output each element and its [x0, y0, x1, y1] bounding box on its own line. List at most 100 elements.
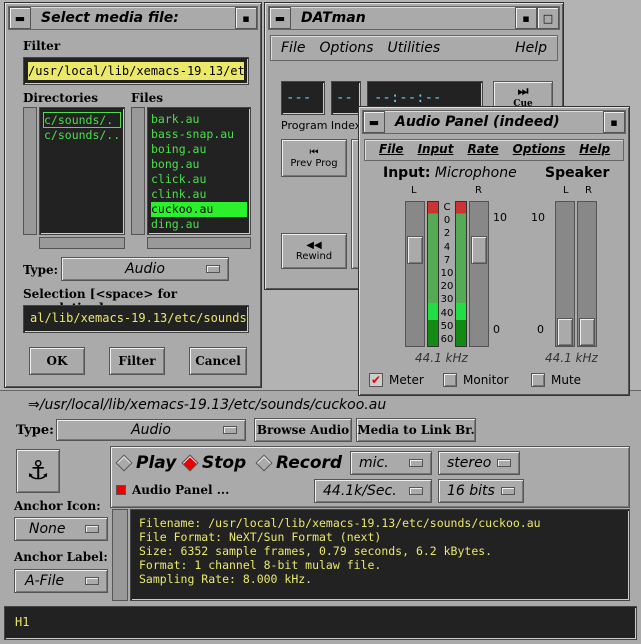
list-item[interactable]: ding.au: [151, 217, 247, 232]
checkmark-icon: ✔: [369, 373, 383, 387]
menu-utilities[interactable]: Utilities: [387, 40, 440, 56]
info-scrollbar[interactable]: [112, 509, 128, 601]
window-menu-icon[interactable]: ▬: [9, 7, 31, 29]
input-heading: Input: Microphone: [383, 165, 517, 181]
status-bar: H1: [4, 606, 637, 640]
play-radio-icon: [115, 454, 133, 472]
speaker-right-slider[interactable]: [577, 201, 597, 347]
dirs-vscrollbar[interactable]: [23, 107, 37, 235]
rewind-icon: ◀◀: [306, 240, 322, 251]
bits-select[interactable]: 16 bits: [438, 479, 524, 503]
list-item[interactable]: bong.au: [151, 157, 247, 172]
minimize-icon[interactable]: ▪: [603, 111, 625, 133]
list-item[interactable]: clink.au: [151, 187, 247, 202]
info-textarea[interactable]: Filename: /usr/local/lib/xemacs-19.13/et…: [130, 509, 630, 601]
minimize-icon[interactable]: ▪: [235, 7, 257, 29]
filter-label: Filter: [23, 39, 61, 53]
input-left-meter: [427, 201, 439, 347]
list-item[interactable]: bark.au: [151, 112, 247, 127]
prev-prog-button[interactable]: ⏮ Prev Prog: [281, 139, 347, 177]
dropdown-indicator-icon: [409, 487, 423, 495]
maximize-icon[interactable]: □: [537, 7, 559, 29]
main-editor-area: ⇒/usr/local/lib/xemacs-19.13/etc/sounds/…: [0, 390, 641, 644]
output-rate-label: 44.1 kHz: [545, 351, 598, 365]
slider-thumb[interactable]: [579, 318, 595, 346]
mute-checkbox[interactable]: Mute: [531, 373, 581, 387]
list-item-selected[interactable]: cuckoo.au: [151, 202, 247, 217]
minimize-icon[interactable]: ▪: [515, 7, 537, 29]
speaker-heading: Speaker: [545, 165, 610, 181]
audio-panel-toggle[interactable]: Audio Panel ...: [116, 483, 229, 497]
dropdown-indicator-icon: [501, 487, 515, 495]
browse-audio-button[interactable]: Browse Audio: [254, 418, 352, 442]
meter-checkbox[interactable]: ✔ Meter: [369, 373, 424, 387]
input-right-slider[interactable]: [469, 201, 489, 347]
dropdown-indicator-icon: [85, 577, 99, 585]
menu-rate[interactable]: Rate: [467, 142, 498, 158]
menu-options[interactable]: Options: [513, 142, 566, 158]
anchor-icon-button[interactable]: ⚓: [16, 449, 60, 493]
filter-input[interactable]: /usr/local/lib/xemacs-19.13/etc: [23, 57, 249, 85]
filter-button[interactable]: Filter: [109, 347, 165, 375]
dirs-hscrollbar[interactable]: [39, 237, 125, 249]
input-rate-label: 44.1 kHz: [415, 351, 468, 365]
input-right-meter: [455, 201, 467, 347]
menu-file[interactable]: File: [379, 142, 404, 158]
anchor-icon-select[interactable]: None: [14, 517, 108, 541]
directories-list[interactable]: c/sounds/. c/sounds/..: [39, 107, 125, 235]
window-menu-icon[interactable]: ▬: [363, 111, 385, 133]
media-link-button[interactable]: Media to Link Br.: [356, 418, 476, 442]
menu-file[interactable]: File: [281, 40, 305, 56]
list-item[interactable]: click.au: [151, 172, 247, 187]
speaker-tick-0: 0: [537, 323, 544, 336]
dropdown-indicator-icon: [206, 265, 220, 273]
main-type-select[interactable]: Audio: [56, 419, 246, 441]
cancel-button[interactable]: Cancel: [189, 347, 247, 375]
dropdown-indicator-icon: [409, 459, 423, 467]
slider-thumb[interactable]: [407, 236, 423, 264]
audio-panel-menubar: File Input Rate Options Help: [364, 139, 624, 161]
menu-help[interactable]: Help: [579, 142, 610, 158]
type-label: Type:: [23, 263, 59, 277]
input-left-slider[interactable]: [405, 201, 425, 347]
list-item[interactable]: bass-snap.au: [151, 127, 247, 142]
speaker-r-label: R: [585, 185, 592, 196]
info-line: Size: 6352 sample frames, 0.79 seconds, …: [139, 544, 493, 558]
rate-select[interactable]: 44.1k/Sec.: [314, 479, 432, 503]
checkbox-icon: [443, 373, 457, 387]
ok-button[interactable]: OK: [29, 347, 85, 375]
files-list[interactable]: bark.au bass-snap.au boing.au bong.au cl…: [147, 107, 251, 235]
monitor-checkbox[interactable]: Monitor: [443, 373, 509, 387]
info-line: Sampling Rate: 8.000 kHz.: [139, 572, 313, 586]
slider-thumb[interactable]: [471, 236, 487, 264]
menu-help[interactable]: Help: [515, 40, 547, 56]
slider-thumb[interactable]: [557, 318, 573, 346]
menu-input[interactable]: Input: [418, 142, 454, 158]
list-item[interactable]: boing.au: [151, 142, 247, 157]
anchor-label-select[interactable]: A-File: [14, 569, 108, 593]
list-item[interactable]: c/sounds/..: [43, 128, 121, 142]
play-control[interactable]: Play: [115, 453, 176, 473]
rewind-button[interactable]: ◀◀ Rewind: [281, 233, 347, 269]
file-dialog-window: ▬ Select media file: ▪ Filter /usr/local/l…: [4, 2, 262, 388]
datman-display-2: --: [331, 81, 361, 115]
info-line: Filename: /usr/local/lib/xemacs-19.13/et…: [139, 516, 541, 530]
files-hscrollbar[interactable]: [147, 237, 251, 249]
speaker-left-slider[interactable]: [555, 201, 575, 347]
audio-panel-title: Audio Panel (indeed): [395, 114, 560, 130]
type-select[interactable]: Audio: [61, 257, 229, 281]
info-line: Format: 1 channel 8-bit mulaw file.: [139, 558, 382, 572]
selection-input[interactable]: al/lib/xemacs-19.13/etc/sounds/: [23, 305, 249, 333]
channels-select[interactable]: stereo: [438, 451, 520, 475]
menu-options[interactable]: Options: [319, 40, 373, 56]
input-tick-0: 0: [493, 323, 500, 336]
files-vscrollbar[interactable]: [131, 107, 145, 235]
record-control[interactable]: Record: [255, 453, 342, 473]
list-item[interactable]: c/sounds/.: [43, 112, 121, 128]
main-type-label: Type:: [16, 423, 54, 438]
source-select[interactable]: mic.: [350, 451, 432, 475]
info-line: File Format: NeXT/Sun Format (next): [139, 530, 382, 544]
window-menu-icon[interactable]: ▬: [269, 7, 291, 29]
stop-control[interactable]: Stop: [181, 453, 246, 473]
files-label: Files: [131, 91, 164, 105]
